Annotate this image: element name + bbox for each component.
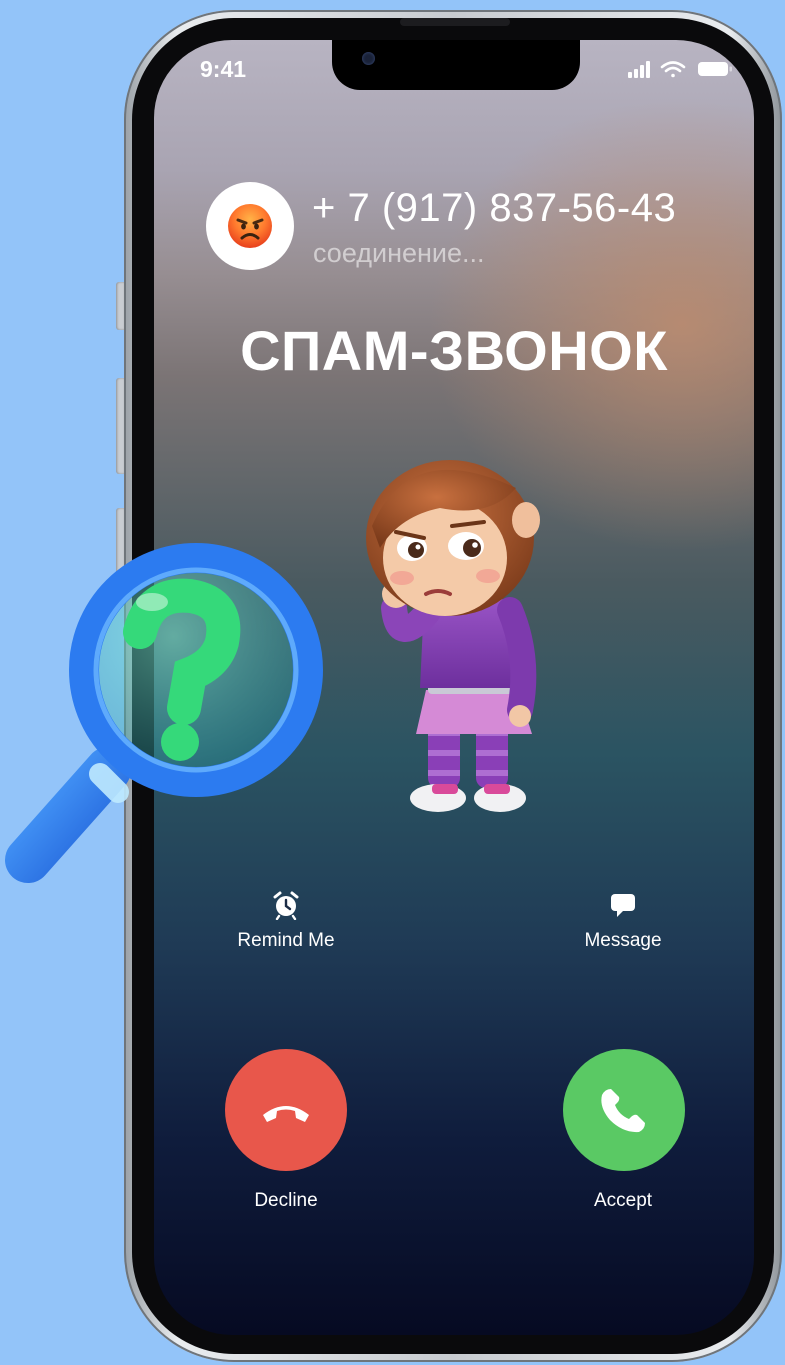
message-label: Message — [584, 930, 662, 951]
accept-button[interactable] — [563, 1049, 685, 1171]
alarm-clock-icon — [273, 891, 299, 920]
magnifying-glass-question-icon — [5, 543, 323, 883]
remind-me-label: Remind Me — [237, 930, 335, 951]
call-status: соединение... — [313, 238, 485, 268]
front-camera-icon — [362, 52, 375, 65]
notch — [332, 40, 580, 90]
battery-icon — [698, 62, 732, 76]
decline-label: Decline — [254, 1190, 318, 1211]
angry-face-emoji-icon — [228, 204, 272, 248]
cellular-signal-icon — [628, 61, 650, 78]
wifi-icon — [660, 61, 686, 78]
phone-icon — [601, 1089, 645, 1133]
message-button[interactable]: Message — [563, 890, 683, 952]
character-illustration — [366, 460, 540, 812]
accept-label: Accept — [593, 1190, 653, 1211]
caller-phone-number: + 7 (917) 837-56-43 — [312, 186, 677, 230]
speech-bubble-icon — [611, 894, 635, 917]
speaker-grille — [400, 18, 510, 26]
remind-me-button[interactable]: Remind Me — [226, 890, 346, 952]
status-time: 9:41 — [200, 56, 247, 82]
status-icons — [628, 61, 732, 78]
caller-avatar — [206, 182, 294, 270]
spam-call-headline: СПАМ-ЗВОНОК — [240, 319, 668, 382]
volume-up-button — [116, 378, 124, 474]
phone-hangup-icon — [263, 1106, 309, 1122]
decline-button[interactable] — [225, 1049, 347, 1171]
